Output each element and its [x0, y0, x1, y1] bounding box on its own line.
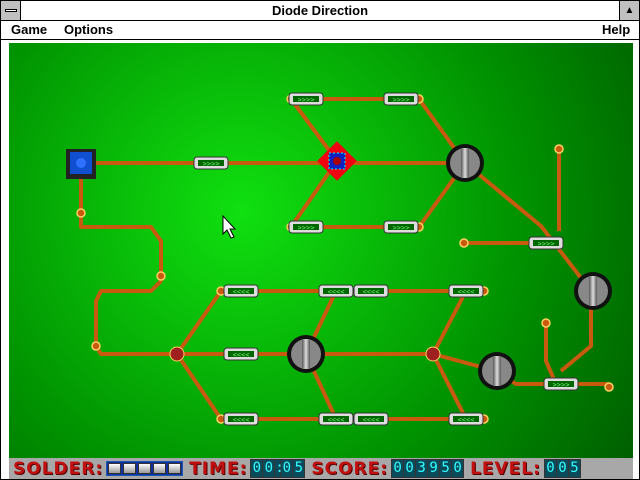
level-display: 005 — [543, 459, 581, 478]
menu-game[interactable]: Game — [11, 22, 47, 37]
level-digit: 0 — [556, 460, 568, 477]
status-bar: SOLDER: TIME: 00:05 SCORE: 003950 LEVEL:… — [9, 458, 633, 479]
score-digit: 0 — [392, 460, 404, 477]
time-colon: : — [275, 460, 284, 477]
game-window: Diode Direction ▲ Game Options Help >>>>… — [0, 0, 640, 480]
solder-meter — [106, 461, 184, 476]
level-digit: 5 — [568, 460, 580, 477]
power-source — [66, 149, 96, 179]
time-display: 00:05 — [250, 459, 306, 478]
score-digit: 0 — [452, 460, 464, 477]
level-digit: 0 — [544, 460, 556, 477]
menu-options[interactable]: Options — [64, 22, 113, 37]
system-menu-button[interactable] — [1, 1, 21, 20]
title-bar: Diode Direction ▲ — [1, 1, 639, 21]
time-digit: 5 — [293, 460, 305, 477]
time-label: TIME: — [189, 458, 248, 479]
level-label: LEVEL: — [470, 458, 541, 479]
system-menu-icon — [4, 9, 17, 12]
circuit-board[interactable]: >>>> <<<< — [1, 40, 639, 458]
window-title: Diode Direction — [271, 3, 369, 18]
score-label: SCORE: — [311, 458, 389, 479]
maximize-button[interactable]: ▲ — [619, 1, 639, 20]
time-digit: 0 — [251, 460, 263, 477]
score-display: 003950 — [391, 459, 465, 478]
game-board[interactable]: >>>> <<<< — [1, 40, 639, 458]
triangle-up-icon: ▲ — [624, 5, 635, 16]
score-digit: 0 — [404, 460, 416, 477]
score-digit: 9 — [428, 460, 440, 477]
time-digit: 0 — [263, 460, 275, 477]
solder-label: SOLDER: — [13, 458, 104, 479]
time-digit: 0 — [281, 460, 293, 477]
menu-bar: Game Options Help — [1, 21, 639, 40]
menu-help[interactable]: Help — [602, 22, 630, 37]
score-digit: 3 — [416, 460, 428, 477]
score-digit: 5 — [440, 460, 452, 477]
